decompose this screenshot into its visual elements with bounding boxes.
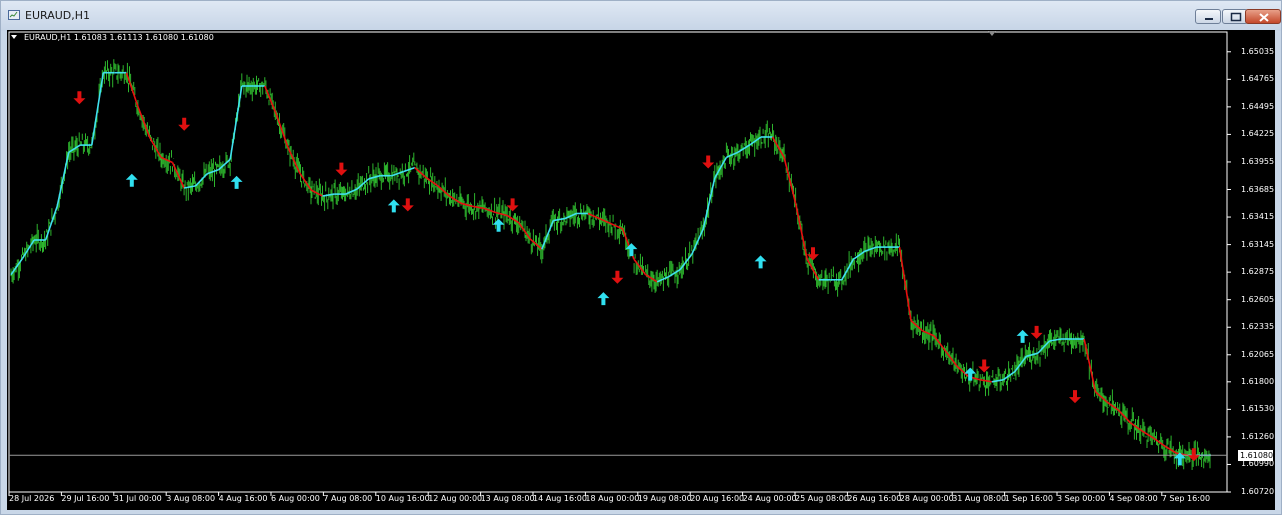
plot-frame bbox=[8, 31, 1228, 493]
y-tick-label: 1.64495 bbox=[1241, 101, 1275, 111]
y-tick-label: 1.61530 bbox=[1241, 404, 1275, 414]
trend-line-segment bbox=[183, 185, 196, 189]
trend-line-segment bbox=[91, 72, 105, 146]
buy-arrow-icon bbox=[597, 292, 610, 306]
buy-arrow-icon bbox=[230, 175, 243, 189]
close-button[interactable] bbox=[1245, 9, 1281, 24]
trend-line-segment bbox=[1083, 338, 1097, 393]
trend-line-segment bbox=[783, 157, 797, 204]
trend-line-segment bbox=[56, 152, 70, 207]
x-tick-label: 3 Sep 00:00 bbox=[1057, 494, 1106, 503]
y-tick-label: 1.62875 bbox=[1241, 267, 1275, 277]
x-tick-label: 28 Jul 2026 bbox=[9, 494, 55, 503]
sell-arrow-icon bbox=[73, 91, 86, 105]
sell-arrow-icon bbox=[178, 117, 191, 131]
trend-line-segment bbox=[137, 106, 151, 138]
x-tick-label: 6 Aug 00:00 bbox=[271, 494, 320, 503]
sell-arrow-icon bbox=[978, 359, 991, 373]
x-tick-label: 4 Sep 08:00 bbox=[1109, 494, 1158, 503]
x-tick-label: 20 Aug 16:00 bbox=[690, 494, 745, 503]
trend-line-segment bbox=[541, 220, 555, 250]
buy-arrow-icon bbox=[387, 199, 400, 213]
y-tick-label: 1.64225 bbox=[1241, 129, 1275, 139]
x-tick-label: 26 Aug 16:00 bbox=[847, 494, 902, 503]
x-tick-label: 1 Sep 16:00 bbox=[1004, 494, 1053, 503]
y-tick-label: 1.63685 bbox=[1241, 184, 1275, 194]
x-tick-label: 3 Aug 08:00 bbox=[166, 494, 216, 503]
current-price-label: 1.61080 bbox=[1238, 449, 1274, 461]
buy-arrow-icon bbox=[125, 173, 138, 187]
y-tick-label: 1.63955 bbox=[1241, 156, 1275, 166]
y-tick-label: 1.60990 bbox=[1241, 459, 1275, 469]
minimize-icon bbox=[1205, 18, 1213, 20]
x-tick-label: 7 Aug 08:00 bbox=[323, 494, 373, 503]
y-tick-label: 1.61800 bbox=[1241, 376, 1275, 386]
trend-line-segment bbox=[898, 246, 912, 321]
trend-line-segment bbox=[275, 114, 289, 148]
close-icon bbox=[1259, 13, 1269, 22]
x-tick-label: 4 Aug 16:00 bbox=[218, 494, 268, 503]
minimize-button[interactable] bbox=[1195, 9, 1221, 24]
sell-arrow-icon bbox=[611, 270, 624, 284]
x-tick-label: 18 Aug 00:00 bbox=[585, 494, 640, 503]
buy-arrow-icon bbox=[492, 218, 505, 232]
buy-arrow-icon bbox=[1016, 329, 1029, 343]
x-tick-label: 24 Aug 00:00 bbox=[742, 494, 797, 503]
sell-arrow-icon bbox=[702, 155, 715, 169]
x-tick-label: 29 Jul 16:00 bbox=[61, 494, 110, 503]
buy-arrow-icon bbox=[754, 255, 767, 269]
chart-shift-marker-icon[interactable] bbox=[988, 31, 996, 36]
chart-canvas bbox=[8, 31, 1231, 496]
sell-arrow-icon bbox=[1069, 390, 1081, 404]
window-title: EURAUD,H1 bbox=[25, 9, 91, 22]
x-tick-label: 31 Aug 08:00 bbox=[952, 494, 1007, 503]
price-chart[interactable]: EURAUD,H1 1.61083 1.61113 1.61080 1.6108… bbox=[7, 30, 1275, 510]
y-tick-label: 1.63415 bbox=[1241, 212, 1275, 222]
title-bar[interactable]: EURAUD,H1 bbox=[1, 1, 1281, 31]
candles bbox=[10, 59, 1211, 470]
trend-line-segment bbox=[702, 177, 716, 229]
y-tick-label: 1.62605 bbox=[1241, 294, 1275, 304]
sell-arrow-icon bbox=[506, 198, 519, 212]
y-tick-label: 1.63145 bbox=[1241, 239, 1275, 249]
y-tick-label: 1.62335 bbox=[1241, 322, 1275, 332]
y-tick-label: 1.65035 bbox=[1241, 46, 1275, 56]
x-tick-label: 28 Aug 00:00 bbox=[899, 494, 954, 503]
y-tick-label: 1.60720 bbox=[1241, 487, 1275, 496]
x-tick-label: 31 Jul 00:00 bbox=[113, 494, 162, 503]
trend-line-segment bbox=[229, 85, 243, 160]
chart-window-icon bbox=[8, 10, 20, 20]
x-tick-label: 13 Aug 08:00 bbox=[480, 494, 535, 503]
x-tick-label: 10 Aug 16:00 bbox=[375, 494, 430, 503]
chart-window: EURAUD,H1 EURAUD,H1 1.61083 1.61113 1.61… bbox=[0, 0, 1282, 515]
sell-arrow-icon bbox=[1030, 325, 1043, 339]
trend-line-segment bbox=[794, 203, 808, 260]
y-tick-label: 1.61260 bbox=[1241, 431, 1275, 441]
x-tick-label: 12 Aug 00:00 bbox=[428, 494, 483, 503]
sell-arrow-icon bbox=[401, 198, 414, 212]
trend-line-segment bbox=[518, 222, 531, 240]
sell-arrow-icon bbox=[335, 162, 348, 176]
x-tick-label: 19 Aug 08:00 bbox=[637, 494, 692, 503]
x-tick-label: 25 Aug 08:00 bbox=[795, 494, 849, 503]
y-tick-label: 1.62065 bbox=[1241, 349, 1275, 359]
trend-line-segment bbox=[148, 136, 162, 158]
x-tick-label: 7 Sep 16:00 bbox=[1161, 494, 1211, 503]
x-tick-label: 14 Aug 16:00 bbox=[533, 494, 587, 503]
y-tick-label: 1.64765 bbox=[1241, 74, 1275, 84]
